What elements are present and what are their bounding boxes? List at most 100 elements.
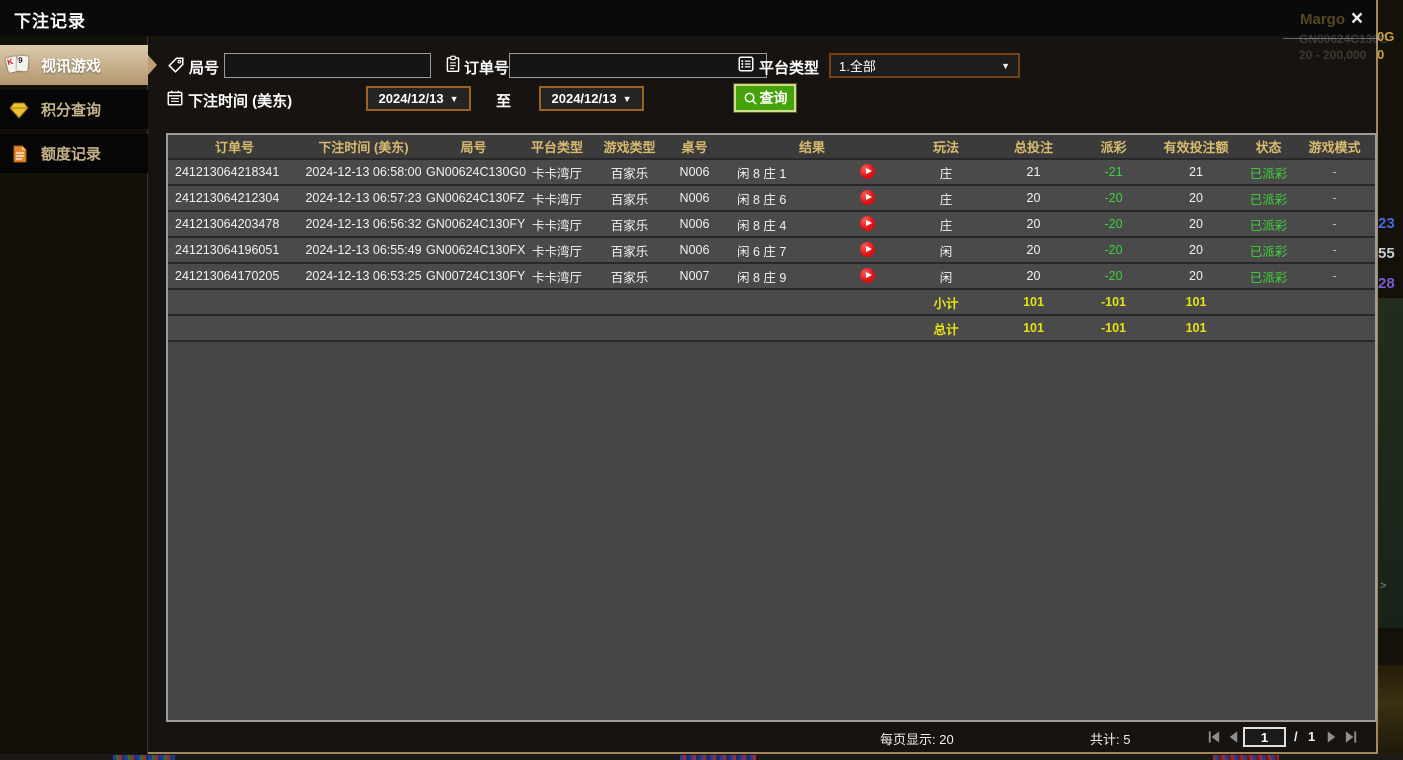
column-header: 游戏模式: [1308, 140, 1361, 155]
playing-cards-icon: K9: [5, 53, 36, 77]
cell-status: 已派彩: [1249, 192, 1288, 207]
background-page-strip: 0G 0 23 55 28 >: [1376, 0, 1403, 760]
column-header: 派彩: [1100, 140, 1127, 155]
date-to-value: 2024/12/13: [551, 91, 617, 106]
platform-list-icon: [737, 55, 755, 78]
subtotal-payout: -101: [1100, 295, 1127, 309]
prev-page-icon[interactable]: [1226, 730, 1241, 744]
cell-mode: -: [1332, 243, 1337, 257]
cell-total_bet: 20: [1026, 243, 1041, 257]
next-page-icon[interactable]: [1324, 730, 1339, 744]
last-page-icon[interactable]: [1344, 730, 1359, 744]
date-from-picker[interactable]: 2024/12/13 ▼: [366, 86, 471, 111]
background-number: 23: [1378, 215, 1395, 232]
cell-table_no: N006: [679, 165, 710, 179]
table-body: 241213064218341 2024-12-13 06:58:00 GN0062…: [168, 160, 1375, 342]
cell-round_no: GN00624C130FY: [426, 217, 526, 231]
cell-result: 闲 8 庄 6: [723, 189, 901, 208]
cell-table_no: N006: [679, 217, 710, 231]
replay-video-icon[interactable]: [860, 268, 875, 283]
replay-video-icon[interactable]: [860, 242, 875, 257]
close-icon[interactable]: ×: [1346, 8, 1368, 30]
round-no-input[interactable]: [224, 53, 431, 78]
page-number-input[interactable]: [1243, 727, 1286, 747]
sidebar-item-video-games[interactable]: K9 视讯游戏: [0, 45, 157, 85]
chevron-down-icon: ▼: [449, 93, 459, 104]
cell-status: 已派彩: [1249, 244, 1288, 259]
cell-mode: -: [1332, 217, 1337, 231]
cell-platform: 卡卡湾厅: [531, 166, 582, 181]
order-no-input[interactable]: [509, 53, 767, 78]
cell-total_bet: 21: [1026, 165, 1041, 179]
date-to-label: 至: [496, 93, 512, 110]
betting-record-modal: 下注记录 × Margo GN00624C130G 20 - 200,000 K…: [0, 0, 1388, 754]
result-text: 闲 8 庄 6: [737, 192, 787, 207]
background-chevron: >: [1380, 580, 1387, 592]
total-valid_bet: 101: [1185, 321, 1207, 335]
tag-icon: [167, 56, 185, 79]
cell-platform: 卡卡湾厅: [531, 218, 582, 233]
cell-order_id: 241213064170205: [175, 269, 280, 283]
calendar-icon: [166, 89, 184, 112]
result-text: 闲 8 庄 9: [737, 270, 787, 285]
cell-valid_bet: 20: [1189, 217, 1203, 231]
first-page-icon[interactable]: [1206, 730, 1221, 744]
table-row: 241213064218341 2024-12-13 06:58:00 GN0062…: [168, 160, 1375, 186]
chevron-down-icon: ▼: [622, 93, 632, 104]
cell-result: 闲 8 庄 1: [723, 163, 901, 182]
column-header: 玩法: [932, 140, 959, 155]
replay-video-icon[interactable]: [860, 164, 875, 179]
cell-round_no: GN00624C130FX: [426, 243, 526, 257]
cell-bet_time: 2024-12-13 06:58:00: [305, 165, 422, 179]
column-header: 下注时间 (美东): [318, 140, 409, 155]
table-row: 241213064196051 2024-12-13 06:55:49 GN0062…: [168, 238, 1375, 264]
sidebar-item-points-query[interactable]: 积分查询: [0, 90, 148, 129]
gem-icon: [6, 98, 36, 122]
cell-status: 已派彩: [1249, 166, 1288, 181]
background-text-fragment: 0: [1377, 47, 1385, 62]
cell-play: 庄: [939, 166, 953, 181]
cell-order_id: 241213064203478: [175, 217, 280, 231]
cell-payout: -20: [1104, 191, 1123, 205]
cell-order_id: 241213064212304: [175, 191, 280, 205]
total-label: 总计: [933, 322, 959, 337]
pagination-bar: 每页显示: 20 共计: 5 / 1: [0, 722, 1378, 752]
total-total_bet: 101: [1023, 321, 1044, 335]
table-header-row: 订单号 下注时间 (美东) 局号 平台类型 游戏类型 桌号 结果 玩法 总投注 派彩 有效投注额 状态…: [168, 135, 1375, 160]
background-table-felt: [1376, 298, 1403, 628]
cell-mode: -: [1332, 165, 1337, 179]
modal-title: 下注记录: [14, 12, 86, 31]
search-icon: [744, 92, 757, 105]
screen: 0G 0 23 55 28 > 下注记录 × Margo GN00624C130…: [0, 0, 1403, 760]
cell-game_type: 百家乐: [610, 244, 649, 259]
search-button[interactable]: 查询: [733, 83, 797, 113]
cell-round_no: GN00624C130G0: [426, 165, 527, 179]
replay-video-icon[interactable]: [860, 190, 875, 205]
cell-total_bet: 20: [1026, 217, 1041, 231]
result-text: 闲 6 庄 7: [737, 244, 787, 259]
cell-game_type: 百家乐: [610, 218, 649, 233]
round-no-label: 局号: [189, 60, 220, 77]
background-ghost-divider: [1283, 38, 1378, 39]
date-to-picker[interactable]: 2024/12/13 ▼: [539, 86, 644, 111]
cell-payout: -20: [1104, 243, 1123, 257]
column-header: 局号: [460, 140, 487, 155]
background-number: 55: [1378, 245, 1395, 262]
sidebar-item-quota-record[interactable]: 额度记录: [0, 134, 148, 173]
bet-time-label: 下注时间 (美东): [188, 93, 293, 110]
cell-bet_time: 2024-12-13 06:57:23: [305, 191, 422, 205]
cell-table_no: N006: [679, 191, 710, 205]
column-header: 总投注: [1013, 140, 1053, 155]
replay-video-icon[interactable]: [860, 216, 875, 231]
column-header: 桌号: [681, 140, 708, 155]
table-row: 241213064203478 2024-12-13 06:56:32 GN0062…: [168, 212, 1375, 238]
cell-mode: -: [1332, 191, 1337, 205]
cell-payout: -20: [1104, 217, 1123, 231]
cell-bet_time: 2024-12-13 06:55:49: [305, 243, 422, 257]
cell-table_no: N006: [679, 243, 710, 257]
page-separator: /: [1294, 729, 1298, 744]
platform-type-select[interactable]: 1.全部 ▼: [829, 53, 1020, 78]
cell-platform: 卡卡湾厅: [531, 244, 582, 259]
cell-payout: -21: [1104, 165, 1123, 179]
cell-valid_bet: 20: [1189, 269, 1203, 283]
